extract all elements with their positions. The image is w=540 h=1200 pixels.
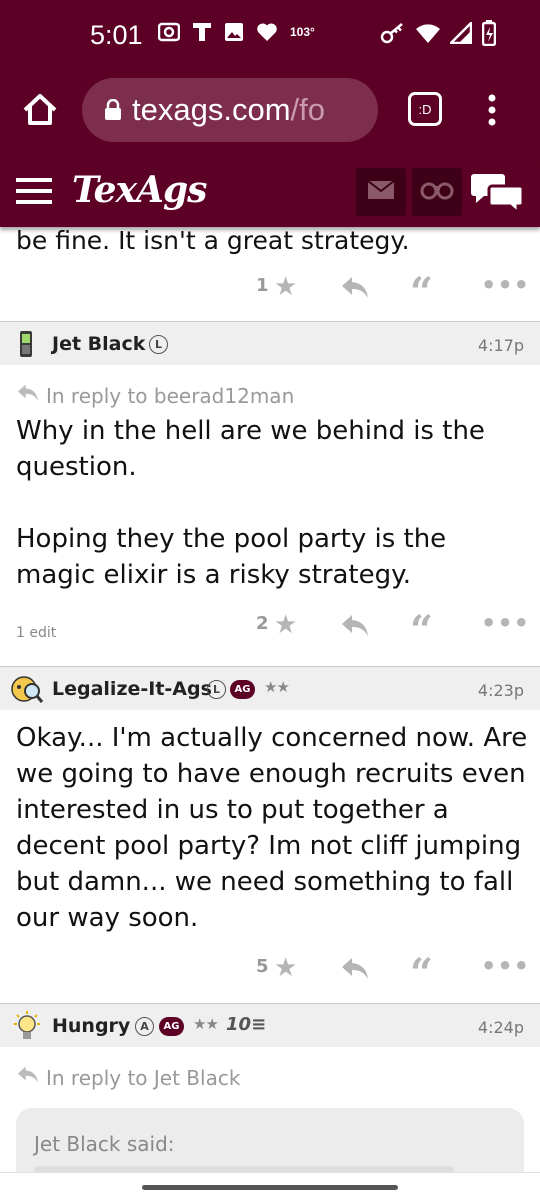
temperature-label: 103°	[290, 25, 315, 39]
site-header: TexAgs	[0, 162, 540, 227]
tab-switcher-button[interactable]: :D	[408, 92, 442, 126]
post-header: Jet Black L 4:17p	[0, 321, 540, 365]
ag-badge: AG	[230, 680, 255, 699]
quote-icon[interactable]: “	[410, 611, 433, 651]
texags-logo[interactable]: TexAgs	[72, 169, 207, 211]
t-icon	[192, 22, 212, 42]
post-header: Legalize-It-Ags L AG ★★ 4:23p	[0, 666, 540, 710]
in-reply-to[interactable]: In reply to beerad12man	[16, 383, 294, 408]
overflow-menu-icon[interactable]	[480, 90, 504, 130]
signal-icon	[450, 22, 472, 44]
heart-icon	[256, 22, 278, 42]
tier-badge-number: 10	[226, 1014, 252, 1035]
browser-toolbar: texags.com/fo :D	[0, 72, 540, 162]
address-bar[interactable]: texags.com/fo	[82, 78, 378, 142]
post-paragraph: Okay... I'm actually concerned now. Are …	[16, 723, 528, 933]
url-path: /fo	[290, 92, 325, 127]
reply-icon[interactable]	[340, 275, 370, 301]
post-header: Hungry A AG ★★ 10≡ 4:24p	[0, 1003, 540, 1047]
wifi-icon	[416, 23, 440, 43]
key-icon	[380, 22, 406, 44]
battery-icon	[482, 20, 496, 46]
gesture-nav-bar	[0, 1172, 540, 1200]
lock-icon	[104, 98, 122, 121]
post-paragraph: Why in the hell are we behind is the que…	[16, 416, 485, 482]
reply-icon[interactable]	[340, 956, 370, 982]
previous-post-text: be fine. It isn't a great strategy.	[16, 226, 410, 255]
like-count: 1	[256, 275, 269, 296]
watch-button[interactable]	[412, 168, 462, 216]
username[interactable]: Hungry	[52, 1015, 130, 1037]
post-paragraph: Hoping they the pool party is the magic …	[16, 524, 447, 590]
home-gesture-handle[interactable]	[142, 1185, 398, 1190]
tier-badge: 10≡	[226, 1014, 266, 1035]
like-count: 5	[256, 956, 269, 977]
envelope-icon	[367, 180, 395, 204]
binoculars-icon	[420, 180, 454, 204]
post-time[interactable]: 4:24p	[478, 1018, 524, 1037]
reply-arrow-icon	[16, 1065, 40, 1090]
status-icons-left: 103°	[158, 22, 315, 42]
legacy-badge: L	[149, 335, 168, 354]
in-reply-to-text: In reply to beerad12man	[46, 383, 295, 408]
rating-stars: ★★	[264, 678, 290, 696]
in-reply-to-text: In reply to Jet Black	[46, 1065, 241, 1090]
chat-bubbles-icon[interactable]	[470, 170, 526, 217]
username[interactable]: Legalize-It-Ags	[52, 678, 212, 700]
quote-icon[interactable]: “	[410, 273, 433, 313]
username[interactable]: Jet Black	[52, 333, 145, 355]
mail-button[interactable]	[356, 168, 406, 216]
status-icons-right	[380, 20, 496, 46]
legacy-badge: L	[207, 680, 226, 699]
account-badge: A	[135, 1017, 154, 1036]
post-actions: 2 ★ “ •••	[0, 609, 540, 651]
quote-icon[interactable]: “	[410, 954, 433, 994]
post-body: Why in the hell are we behind is the que…	[16, 413, 528, 593]
hamburger-menu-icon[interactable]	[16, 176, 52, 206]
reply-arrow-icon	[16, 383, 40, 408]
home-icon[interactable]	[20, 90, 60, 130]
more-options-icon[interactable]: •••	[481, 271, 530, 299]
tier-badge-mark: ≡	[251, 1014, 267, 1035]
quote-author: Jet Black said:	[34, 1132, 175, 1156]
ag-badge: AG	[159, 1017, 184, 1036]
in-reply-to[interactable]: In reply to Jet Black	[16, 1065, 240, 1090]
post-time[interactable]: 4:23p	[478, 681, 524, 700]
lightbulb-avatar-icon[interactable]	[10, 1010, 42, 1042]
like-count: 2	[256, 613, 269, 634]
phone-avatar-icon[interactable]	[10, 328, 42, 360]
url-domain: texags.com	[132, 92, 291, 127]
url-text: texags.com/fo	[132, 92, 325, 128]
more-options-icon[interactable]: •••	[481, 609, 530, 637]
detective-avatar-icon[interactable]	[10, 673, 44, 705]
star-icon[interactable]: ★	[274, 955, 297, 981]
status-bar: 5:01 103°	[0, 0, 540, 72]
post-actions: 1 ★ “ •••	[0, 271, 540, 313]
post-time[interactable]: 4:17p	[478, 336, 524, 355]
reply-icon[interactable]	[340, 613, 370, 639]
rating-stars: ★★	[193, 1015, 219, 1033]
more-options-icon[interactable]: •••	[481, 952, 530, 980]
status-time: 5:01	[90, 20, 143, 50]
radio-icon	[158, 22, 180, 42]
post-actions: 5 ★ “ •••	[0, 952, 540, 994]
post-body: Okay... I'm actually concerned now. Are …	[16, 720, 528, 936]
star-icon[interactable]: ★	[274, 612, 297, 638]
image-icon	[224, 22, 244, 42]
star-icon[interactable]: ★	[274, 274, 297, 300]
